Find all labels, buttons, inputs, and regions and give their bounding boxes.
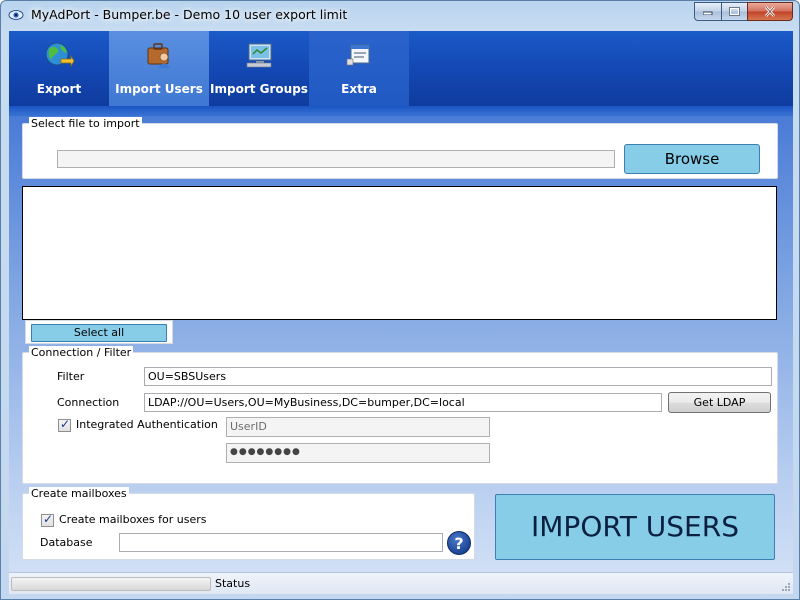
maximize-button[interactable] [721, 2, 747, 21]
database-label: Database [40, 536, 93, 549]
tab-import-groups[interactable]: Import Groups [209, 31, 309, 106]
password-field[interactable]: ●●●●●●●● [226, 443, 490, 463]
resize-grip-icon[interactable] [781, 582, 791, 592]
ribbon-divider [9, 106, 793, 116]
create-mailboxes-group: Create mailboxes Create mailboxes for us… [22, 487, 475, 560]
tab-extra[interactable]: Extra [309, 31, 409, 106]
client-area: Export Import Users Import Groups Extra … [9, 31, 793, 594]
file-path-field[interactable] [57, 150, 615, 168]
browse-button[interactable]: Browse [624, 144, 760, 174]
filter-label: Filter [57, 370, 85, 383]
maximize-icon [729, 7, 740, 16]
app-eye-icon [8, 10, 24, 20]
tab-import-users[interactable]: Import Users [109, 31, 209, 106]
integrated-auth-checkbox[interactable] [58, 417, 71, 432]
status-bar: Status [9, 572, 793, 594]
connection-filter-group: Connection / Filter Filter OU=SBSUsers C… [22, 346, 778, 484]
select-file-legend: Select file to import [29, 117, 142, 130]
user-list[interactable] [22, 186, 777, 320]
create-mailboxes-legend: Create mailboxes [29, 487, 129, 500]
create-mailboxes-checkbox[interactable] [41, 512, 54, 527]
status-text: Status [215, 577, 251, 590]
briefcase-user-icon [147, 43, 170, 68]
tab-import-groups-label: Import Groups [210, 82, 308, 96]
select-all-container: Select all [25, 320, 173, 344]
create-mailboxes-label: Create mailboxes for users [59, 513, 207, 526]
select-file-group: Select file to import Browse [22, 117, 778, 179]
monitor-group-icon [246, 43, 272, 68]
ribbon: Export Import Users Import Groups Extra [9, 31, 793, 106]
select-all-button[interactable]: Select all [31, 324, 167, 342]
close-icon [765, 6, 775, 17]
minimize-icon [703, 11, 713, 15]
integrated-auth-label: Integrated Authentication [76, 418, 218, 431]
connection-label: Connection [57, 396, 120, 409]
tab-export-label: Export [36, 82, 82, 96]
userid-field[interactable]: UserID [226, 417, 490, 437]
import-users-button[interactable]: IMPORT USERS [495, 494, 775, 560]
document-window-icon [346, 44, 370, 66]
tab-import-users-label: Import Users [115, 82, 203, 96]
import-users-panel: Select file to import Browse Select all … [9, 116, 793, 594]
status-progress-bar [11, 577, 211, 591]
tab-extra-label: Extra [341, 82, 377, 96]
globe-export-icon [45, 42, 75, 68]
help-icon[interactable]: ? [447, 531, 471, 555]
close-button[interactable] [747, 2, 793, 21]
app-window: MyAdPort - Bumper.be - Demo 10 user expo… [0, 0, 800, 600]
window-title: MyAdPort - Bumper.be - Demo 10 user expo… [31, 7, 348, 22]
database-field[interactable] [119, 533, 443, 552]
title-bar[interactable]: MyAdPort - Bumper.be - Demo 10 user expo… [1, 1, 799, 30]
minimize-button[interactable] [694, 2, 721, 21]
tab-export[interactable]: Export [9, 31, 109, 106]
filter-field[interactable]: OU=SBSUsers [144, 367, 772, 386]
get-ldap-button[interactable]: Get LDAP [668, 392, 771, 413]
connection-filter-legend: Connection / Filter [29, 346, 134, 359]
connection-field[interactable]: LDAP://OU=Users,OU=MyBusiness,DC=bumper,… [144, 393, 662, 412]
